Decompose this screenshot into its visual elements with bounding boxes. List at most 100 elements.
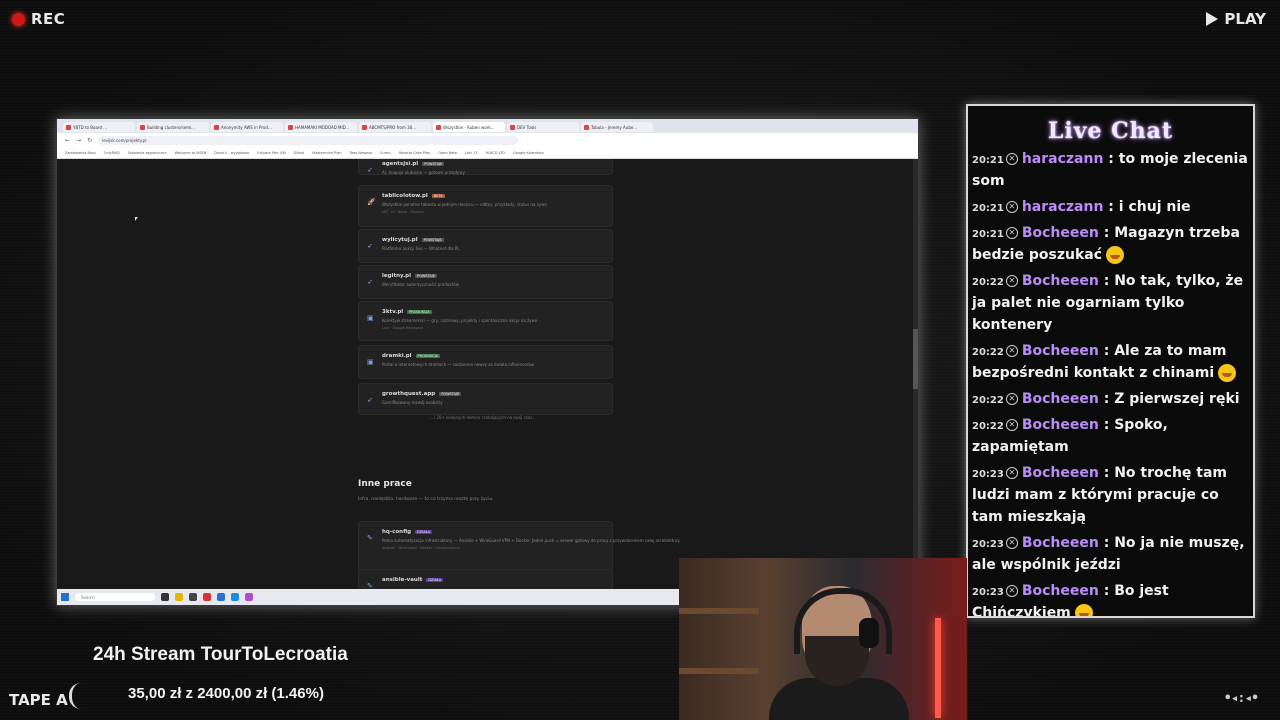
rocket-icon: 🚀 <box>367 198 376 206</box>
bookmark-item[interactable]: Zamówienia Boss <box>65 151 96 155</box>
project-title: 3ktv.pl PRODUKCJA <box>382 309 432 315</box>
project-description: Portal o internetowych dramach — codzien… <box>382 362 534 367</box>
chat-username[interactable]: haraczann <box>1022 151 1104 167</box>
rocket-icon: ➶ <box>367 166 373 174</box>
scroll-thumb[interactable] <box>913 329 918 389</box>
chat-username[interactable]: Bocheeen <box>1022 535 1099 551</box>
app-icon[interactable] <box>189 593 197 601</box>
bookmark-item[interactable]: Szkolenia zagraniczne <box>128 151 167 155</box>
reload-icon[interactable]: ↻ <box>87 137 92 144</box>
edge-icon[interactable] <box>217 593 225 601</box>
bookmark-item[interactable]: Open Beta <box>438 151 457 155</box>
chat-username[interactable]: haraczann <box>1022 199 1104 215</box>
chat-message: 20:21 ✕ haraczann : i chuj nie <box>972 196 1250 218</box>
separator: : <box>1098 273 1115 289</box>
bookmark-item[interactable]: GHost <box>294 151 305 155</box>
tab-favicon-icon <box>510 124 515 130</box>
bookmark-item[interactable]: Eclipsia Plec GM <box>257 151 285 155</box>
chat-message: 20:22 ✕ Bocheeen : Spoko, zapamiętam <box>972 414 1250 458</box>
browser-tab[interactable]: ABCMTS/PRO from 30... <box>359 122 431 132</box>
project-card[interactable]: ➶ agentsjsi.pl POWSTAJE AI, mapuje ulubione… <box>358 159 613 175</box>
project-name: wylicytuj.pl <box>382 237 418 243</box>
play-indicator: PLAY <box>1206 10 1266 28</box>
chat-message-list: 20:21 ✕ haraczann : to moje zlecenia som 20… <box>972 148 1250 616</box>
project-card[interactable]: ▣ 3ktv.pl PRODUKCJA Kolektyw streamerski — … <box>358 301 613 341</box>
page-scrollbar[interactable] <box>913 159 918 589</box>
url-field[interactable]: levijsk.com/projekty.pl <box>98 135 519 145</box>
project-description: Kolektyw streamerski — gry, rozmowy, pro… <box>382 318 538 323</box>
tab-label: Tabula - Jeremy Aube... <box>591 124 638 130</box>
laughing-emoji-icon <box>1106 246 1124 264</box>
message-time: 20:23 <box>972 539 1004 550</box>
chat-message: 20:21 ✕ Bocheeen : Magazyn trzeba bedzie p… <box>972 222 1250 266</box>
chat-username[interactable]: Bocheeen <box>1022 225 1099 241</box>
chat-username[interactable]: Bocheeen <box>1022 583 1099 599</box>
tab-favicon-icon <box>140 124 145 130</box>
project-description: AI, mapuje ulubione — gotowe przepływy <box>382 170 465 175</box>
browser-tab[interactable]: DEV Tools <box>507 122 579 132</box>
separator: : <box>1103 151 1119 167</box>
bookmark-item[interactable]: Rotacje Cake Plan <box>399 151 430 155</box>
tab-label: YBTD to Board ... <box>73 124 108 130</box>
back-icon[interactable]: ← <box>65 137 70 144</box>
chat-message: 20:22 ✕ Bocheeen : Ale za to mam bezpośred… <box>972 340 1250 384</box>
taskbar-search[interactable]: Search <box>75 593 155 601</box>
rec-indicator: REC <box>12 10 65 28</box>
rocket-icon: ➶ <box>367 242 373 250</box>
chat-username[interactable]: Bocheeen <box>1022 391 1099 407</box>
app-purple-icon[interactable] <box>245 593 253 601</box>
bookmark-item[interactable]: HLBCD LTD <box>485 151 504 155</box>
project-title: dramki.pl PRODUKCJA <box>382 353 441 359</box>
chat-username[interactable]: Bocheeen <box>1022 465 1099 481</box>
project-card[interactable]: ✎ ansible-vault DZIAŁA <box>358 569 613 589</box>
bookmark-item[interactable]: Teas-Neweso <box>350 151 373 155</box>
browser-tab[interactable]: Anonymity AWS in Prod... <box>211 122 283 132</box>
bookmark-item[interactable]: Mastermind Plan <box>312 151 341 155</box>
bookmark-item[interactable]: Loki 13 <box>465 151 478 155</box>
chat-message: 20:23 ✕ Bocheeen : Bo jest Chińczykiem <box>972 580 1250 616</box>
message-time: 20:22 <box>972 277 1004 288</box>
browser-tab[interactable]: Building clusters/semi... <box>137 122 209 132</box>
browser-tab[interactable]: HAMAMAKI MODOAD MID... <box>285 122 357 132</box>
bookmark-item[interactable]: Google Kalendarz <box>513 151 544 155</box>
browser-tab[interactable]: Wszystkie - Ruben work... <box>433 122 505 132</box>
chat-username[interactable]: Bocheeen <box>1022 343 1099 359</box>
file-explorer-icon[interactable] <box>175 593 183 601</box>
status-badge: DZIAŁA <box>426 577 444 582</box>
platform-x-icon: ✕ <box>1005 153 1018 165</box>
tool-icon: ✎ <box>367 534 373 542</box>
project-card[interactable]: ➶ legitny.pl POWSTAJE Weryfikator autentycz… <box>358 265 613 299</box>
browser-tab[interactable]: YBTD to Board ... <box>63 122 135 132</box>
project-title: ansible-vault DZIAŁA <box>382 577 444 583</box>
task-view-icon[interactable] <box>161 593 169 601</box>
message-time: 20:23 <box>972 469 1004 480</box>
laughing-emoji-icon <box>1218 364 1237 382</box>
chat-username[interactable]: Bocheeen <box>1022 417 1099 433</box>
bookmark-item[interactable]: Sumic <box>380 151 391 155</box>
square-icon: ▣ <box>367 314 374 322</box>
windows-start-icon[interactable] <box>61 593 69 601</box>
bookmark-item[interactable]: Welcome to MSEB <box>175 151 207 155</box>
tab-label: DEV Tools <box>517 124 537 130</box>
browser-tab[interactable]: Tabula - Jeremy Aube... <box>581 122 653 132</box>
browser-icon[interactable] <box>231 593 239 601</box>
bookmark-item[interactable]: OnlyPAID <box>104 151 120 155</box>
forward-icon[interactable]: → <box>76 137 81 144</box>
project-description: Weryfikator autentyczności produktów <box>382 282 459 287</box>
status-badge: POWSTAJE <box>422 161 445 166</box>
separator: : <box>1098 417 1115 433</box>
bookmark-item[interactable]: Devel.il - wyjątkowo <box>214 151 249 155</box>
project-card[interactable]: 🚀 tablicolotow.pl BETA Wszystkie ponotne ta… <box>358 185 613 227</box>
project-name: legitny.pl <box>382 273 411 279</box>
project-card[interactable]: ▣ dramki.pl PRODUKCJA Portal o internetowyc… <box>358 345 613 379</box>
platform-x-icon: ✕ <box>1005 345 1018 357</box>
tape-label: TAPE A <box>9 691 68 709</box>
project-name: agentsjsi.pl <box>382 161 419 167</box>
project-card[interactable]: ➶ growthquest.app POWSTAJE Gamifikowany roz… <box>358 383 613 415</box>
project-card[interactable]: ✎ hq-config DZIAŁA Pełna automatyzacja infr… <box>358 521 681 571</box>
play-icon <box>1206 12 1219 26</box>
chrome-icon[interactable] <box>203 593 211 601</box>
status-badge: PRODUKCJA <box>407 309 432 314</box>
project-card[interactable]: ➶ wylicytuj.pl POWSTAJE Platforma aukcji li… <box>358 229 613 263</box>
chat-username[interactable]: Bocheeen <box>1022 273 1099 289</box>
